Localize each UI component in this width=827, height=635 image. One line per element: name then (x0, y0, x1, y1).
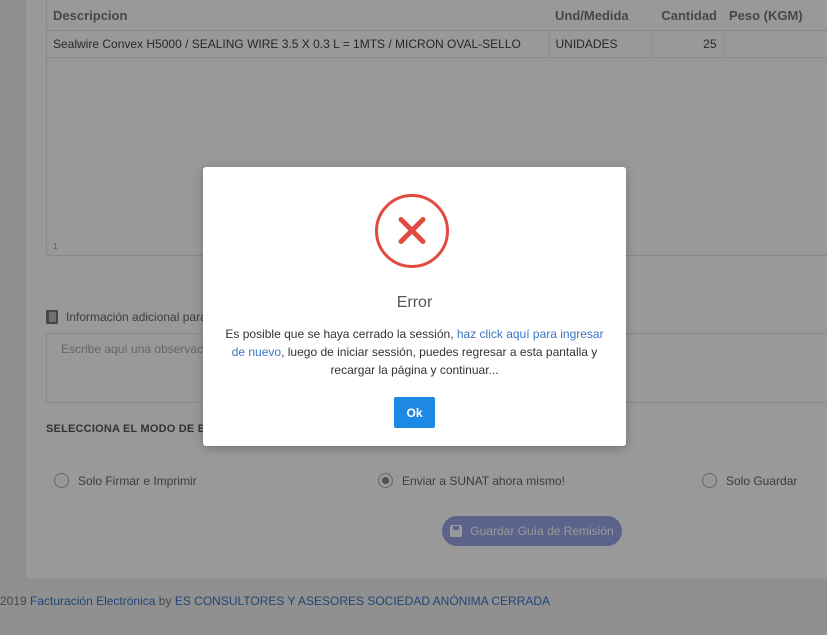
ok-button[interactable]: Ok (394, 397, 435, 428)
dialog-message: Es posible que se haya cerrado la sessió… (221, 325, 608, 379)
dialog-title: Error (396, 294, 433, 311)
error-dialog: Error Es posible que se haya cerrado la … (203, 167, 626, 446)
dialog-message-before: Es posible que se haya cerrado la sessió… (225, 327, 457, 341)
dialog-message-after: , luego de iniciar sessión, puedes regre… (281, 345, 598, 377)
error-x-icon (375, 194, 449, 268)
